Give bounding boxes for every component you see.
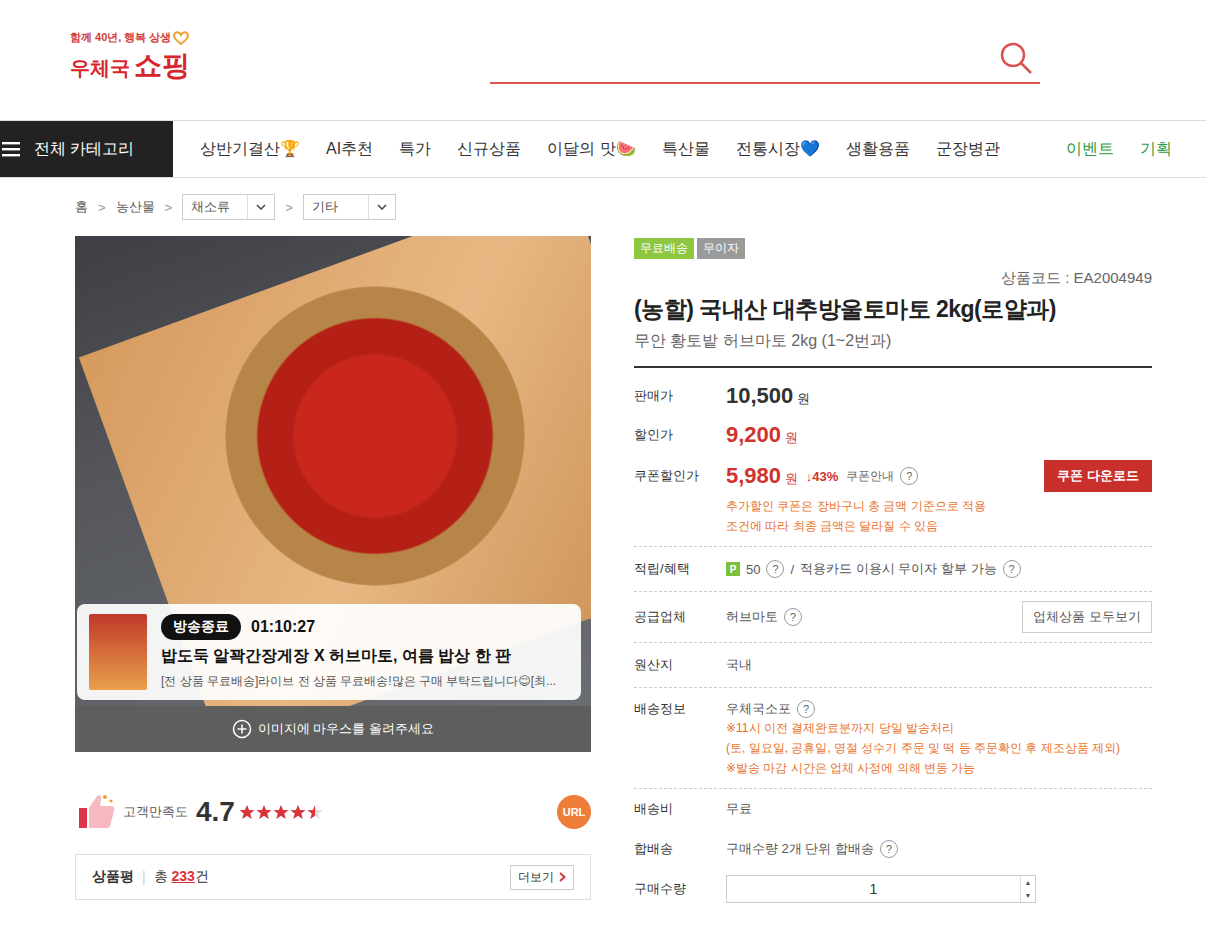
- breadcrumb-select[interactable]: 기타: [303, 194, 396, 220]
- discount-rate: ↓43%: [806, 469, 839, 484]
- help-icon[interactable]: ?: [784, 608, 802, 626]
- more-button[interactable]: 더보기: [510, 865, 574, 890]
- coupon-note: 조건에 따라 최종 금액은 달라질 수 있음: [726, 516, 1152, 536]
- benefit-row: 적립/혜택P50?/적용카드 이용시 무이자 할부 가능?: [634, 547, 1152, 592]
- breadcrumb: 홈 > 농산물 > 채소류 > 기타: [0, 178, 1206, 220]
- reviews-divider: |: [142, 869, 146, 885]
- nav-item[interactable]: 상반기결산🏆: [200, 139, 300, 160]
- url-share-button[interactable]: URL: [557, 795, 591, 829]
- product-subtitle: 무안 황토밭 허브마토 2kg (1~2번과): [634, 331, 1152, 368]
- logo-tagline: 함께 40년, 행복 상생: [70, 30, 240, 45]
- menu-icon: [2, 141, 20, 157]
- reviews-label: 상품평: [92, 868, 134, 886]
- nav-item[interactable]: 특산물: [662, 139, 710, 160]
- quantity-input[interactable]: 1▲▼: [726, 875, 1036, 903]
- coupon-row: 쿠폰할인가5,980 원↓43%쿠폰안내?쿠폰 다운로드: [634, 456, 1152, 496]
- header: 함께 40년, 행복 상생 우체국쇼핑: [0, 0, 1206, 120]
- search-field[interactable]: [490, 30, 1040, 84]
- live-description: [전 상품 무료배송]라이브 전 상품 무료배송!많은 구매 부탁드립니다😊[최…: [161, 673, 556, 690]
- live-time: 01:10:27: [251, 618, 315, 636]
- supplier-row: 공급업체허브마토?업체상품 모두보기: [634, 592, 1152, 643]
- star-icon: [307, 804, 323, 820]
- help-icon[interactable]: ?: [797, 700, 815, 718]
- breadcrumb-separator: >: [285, 200, 293, 215]
- product-title: (농할) 국내산 대추방울토마토 2kg(로얄과): [634, 294, 1152, 325]
- help-icon[interactable]: ?: [880, 840, 898, 858]
- help-icon[interactable]: ?: [900, 467, 918, 485]
- nav-item[interactable]: 기획: [1140, 139, 1172, 160]
- reviews-bar: 상품평 | 총 233건 더보기: [75, 854, 591, 900]
- search-icon[interactable]: [998, 40, 1034, 76]
- plus-circle-icon: [232, 719, 252, 739]
- product-page: 함께 40년, 행복 상생 우체국쇼핑전체 카테고리 상반기결산🏆 AI추천 특가 신규…: [0, 0, 1206, 945]
- delivery-note: ※발송 마감 시간은 업체 사정에 의해 변동 가능: [726, 758, 1152, 778]
- live-status-badge: 방송종료: [161, 614, 241, 640]
- delivery-row: 배송정보우체국소포?※11시 이전 결제완료분까지 당일 발송처리(토, 일요일…: [634, 688, 1152, 789]
- category-nav: 전체 카테고리 상반기결산🏆 AI추천 특가 신규상품 이달의 맛🍉 특산물 전통시장💙 생활용…: [0, 120, 1206, 178]
- rating-score: 4.7: [196, 796, 235, 828]
- nav-item[interactable]: 이달의 맛🍉: [547, 139, 635, 160]
- rating-stars: [239, 804, 323, 820]
- nav-item[interactable]: AI추천: [326, 139, 373, 160]
- star-icon: [273, 804, 289, 820]
- reviews-total: 총 233건: [154, 868, 209, 886]
- discount-row: 할인가9,200 원: [634, 414, 1152, 456]
- star-icon: [256, 804, 272, 820]
- shipping-fee-row: 배송비무료: [634, 789, 1152, 829]
- nav-item[interactable]: 특가: [399, 139, 431, 160]
- star-icon: [290, 804, 306, 820]
- product-code: 상품코드 : EA2004949: [634, 269, 1152, 288]
- origin-row: 원산지국내: [634, 643, 1152, 688]
- nav-item[interactable]: 신규상품: [457, 139, 521, 160]
- breadcrumb-separator: >: [98, 200, 106, 215]
- coupon-note: 추가할인 쿠폰은 장바구니 총 금액 기준으로 적용: [726, 496, 1152, 516]
- price-row: 판매가10,500 원: [634, 368, 1152, 414]
- logo-name2: 쇼핑: [134, 47, 190, 85]
- point-icon: P: [726, 562, 740, 576]
- logo[interactable]: 함께 40년, 행복 상생 우체국쇼핑: [70, 30, 240, 85]
- tomato-basket: [225, 286, 525, 586]
- logo-name: 우체국: [70, 55, 130, 82]
- supplier-products-button[interactable]: 업체상품 모두보기: [1022, 601, 1152, 633]
- coupon-guide[interactable]: 쿠폰안내: [846, 468, 894, 485]
- nav-item[interactable]: 군장병관: [936, 139, 1000, 160]
- product-photo[interactable]: 방송종료 01:10:27 밥도둑 알꽉간장게장 X 허브마토, 여름 밥상 한 판…: [75, 236, 591, 706]
- thumbs-up-icon: [75, 792, 119, 832]
- product-badge: 무료배송: [634, 238, 694, 259]
- chevron-down-icon: [256, 204, 266, 210]
- product-badge: 무이자: [697, 238, 745, 259]
- quantity-spinner-button[interactable]: ▼: [1021, 889, 1035, 902]
- breadcrumb-home[interactable]: 홈: [75, 198, 88, 216]
- quantity-row: 구매수량1▲▼: [634, 869, 1152, 909]
- rating-label: 고객만족도: [123, 803, 188, 821]
- breadcrumb-category[interactable]: 농산물: [116, 198, 155, 216]
- rating-row: 고객만족도 4.7 URL: [75, 782, 591, 842]
- delivery-note: (토, 일요일, 공휴일, 명절 성수기 주문 및 떡 등 주문확인 후 제조상…: [726, 738, 1152, 758]
- nav-item[interactable]: 전통시장💙: [736, 139, 820, 160]
- coupon-download-button[interactable]: 쿠폰 다운로드: [1044, 460, 1152, 492]
- live-title: 밥도둑 알꽉간장게장 X 허브마토, 여름 밥상 한 판: [161, 646, 556, 667]
- breadcrumb-select[interactable]: 채소류: [182, 194, 275, 220]
- star-icon: [239, 804, 255, 820]
- live-card[interactable]: 방송종료 01:10:27 밥도둑 알꽉간장게장 X 허브마토, 여름 밥상 한 판…: [77, 604, 581, 700]
- delivery-note: ※11시 이전 결제완료분까지 당일 발송처리: [726, 718, 1152, 738]
- all-categories-button[interactable]: 전체 카테고리: [0, 121, 173, 177]
- live-thumbnail: [89, 614, 147, 690]
- product-info: 무료배송무이자상품코드 : EA2004949 (농할) 국내산 대추방울토마토 …: [634, 236, 1152, 909]
- breadcrumb-separator: >: [165, 200, 173, 215]
- chevron-right-icon: [559, 872, 566, 882]
- combined-shipping-row: 합배송구매수량 2개 단위 합배송?: [634, 829, 1152, 869]
- nav-item[interactable]: 이벤트: [1066, 139, 1114, 160]
- nav-item[interactable]: 생활용품: [846, 139, 910, 160]
- help-icon[interactable]: ?: [1003, 560, 1021, 578]
- heart-icon: [173, 31, 189, 45]
- quantity-spinner-button[interactable]: ▲: [1021, 876, 1035, 889]
- help-icon[interactable]: ?: [766, 560, 784, 578]
- zoom-hint-bar: 이미지에 마우스를 올려주세요: [75, 706, 591, 752]
- chevron-down-icon: [377, 204, 387, 210]
